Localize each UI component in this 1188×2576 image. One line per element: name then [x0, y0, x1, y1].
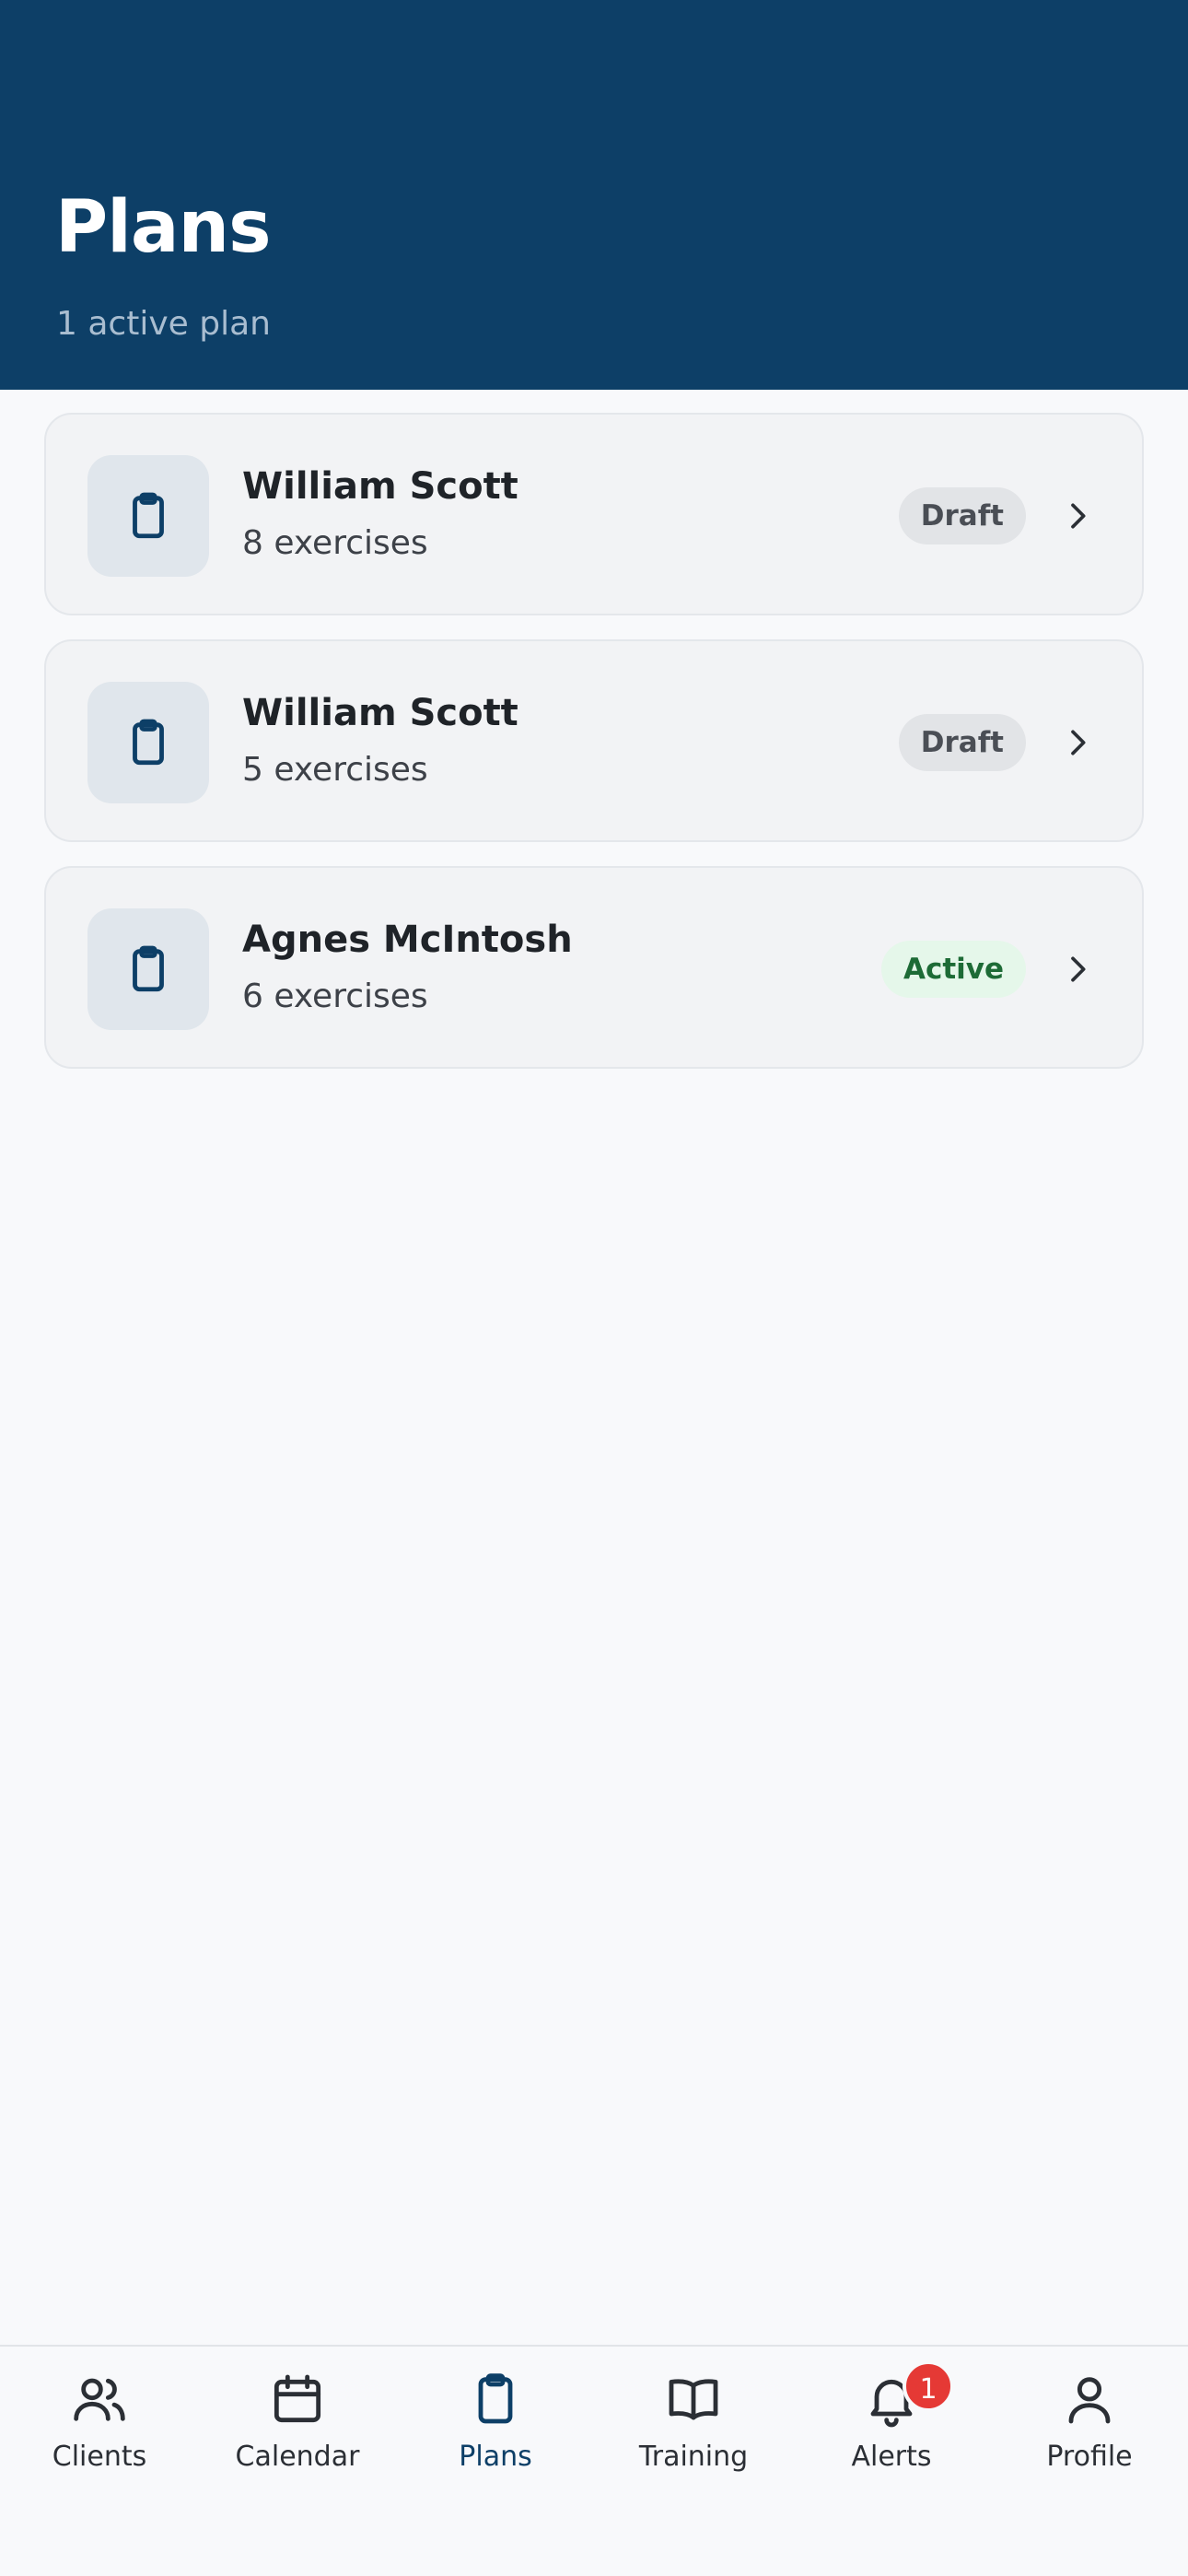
tab-profile[interactable]: Profile: [997, 2370, 1182, 2489]
plan-exercise-count: 6 exercises: [242, 978, 428, 1015]
clipboard-icon: [87, 455, 209, 577]
tab-label: Profile: [1046, 2441, 1133, 2473]
plan-exercise-count: 8 exercises: [242, 524, 428, 562]
tab-label: Calendar: [235, 2441, 360, 2473]
status-badge: Draft: [898, 714, 1026, 771]
tab-training[interactable]: Training: [601, 2370, 786, 2489]
tab-label: Training: [638, 2441, 749, 2473]
clipboard-icon: [478, 2373, 513, 2424]
user-icon: [1068, 2377, 1111, 2424]
chevron-right-icon: [1071, 956, 1086, 982]
tab-label: Alerts: [851, 2441, 932, 2473]
tab-label: Plans: [459, 2441, 532, 2473]
alert-count-badge: 1: [903, 2360, 954, 2412]
tab-plans[interactable]: Plans: [403, 2370, 588, 2489]
app-root: Plans 1 active plan William Scott 8 exer…: [0, 0, 1188, 2576]
tab-alerts[interactable]: 1 Alerts: [799, 2360, 984, 2489]
book-icon: [669, 2379, 718, 2420]
plan-card[interactable]: William Scott 5 exercises Draft: [44, 639, 1144, 842]
plan-client-name: William Scott: [242, 465, 518, 508]
plan-card[interactable]: William Scott 8 exercises Draft: [44, 413, 1144, 615]
clipboard-icon: [87, 682, 209, 803]
tab-label: Clients: [52, 2441, 147, 2473]
status-badge: Draft: [898, 487, 1026, 544]
page-subtitle: 1 active plan: [56, 305, 271, 343]
status-badge: Active: [880, 941, 1026, 998]
bottom-tab-bar: Clients Calendar Plans Training 1 Alerts…: [0, 2345, 1188, 2576]
chevron-right-icon: [1071, 730, 1086, 755]
tab-clients[interactable]: Clients: [7, 2370, 192, 2489]
plan-card[interactable]: Agnes McIntosh 6 exercises Active: [44, 866, 1144, 1069]
calendar-icon: [274, 2374, 321, 2423]
tab-calendar[interactable]: Calendar: [205, 2370, 390, 2489]
plan-list: William Scott 8 exercises Draft William …: [44, 413, 1144, 1093]
chevron-right-icon: [1071, 503, 1086, 529]
clipboard-icon: [87, 908, 209, 1030]
page-title: Plans: [55, 186, 271, 269]
users-icon: [74, 2378, 125, 2421]
plan-client-name: Agnes McIntosh: [242, 919, 573, 961]
plan-client-name: William Scott: [242, 692, 518, 734]
page-header: Plans 1 active plan: [0, 0, 1188, 390]
plan-exercise-count: 5 exercises: [242, 751, 428, 789]
